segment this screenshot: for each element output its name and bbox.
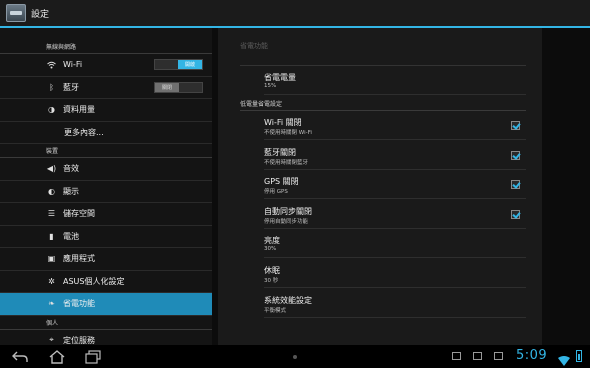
pref-title: 亮度 <box>264 236 280 245</box>
pref-brightness[interactable]: 亮度 30% <box>264 230 526 258</box>
bluetooth-icon: ᛒ <box>49 82 54 92</box>
pref-summary: 15% <box>264 83 277 89</box>
header-item-wifi[interactable]: Wi-Fi 開啟 <box>0 54 212 77</box>
toggle-state: 開啟 <box>178 60 202 70</box>
sound-icon: ◀) <box>46 164 57 174</box>
display-icon: ◐ <box>48 186 55 196</box>
power-saving-panel: 省電功能 省電電量 15% 低電量省電設定 Wi-Fi 關閉 不使用時關閉 Wi… <box>218 28 542 345</box>
header-item-label: 省電功能 <box>63 299 95 309</box>
back-icon[interactable] <box>12 349 28 363</box>
pref-wifi-off[interactable]: Wi-Fi 關閉 不使用時關閉 Wi-Fi <box>264 112 526 140</box>
panel-title: 省電功能 <box>240 42 268 50</box>
settings-headers-list[interactable]: 無線與網路 Wi-Fi 開啟 ᛒ 藍牙 關閉 ◑ 資料用量 更多內容... 裝置… <box>0 28 212 345</box>
pref-system-performance[interactable]: 系統效能設定 平衡模式 <box>264 290 526 318</box>
bluetooth-off-checkbox[interactable] <box>511 151 520 160</box>
header-item-label: 定位服務 <box>63 335 95 345</box>
pref-summary: 不使用時關閉藍牙 <box>264 160 309 166</box>
pref-title: 自動同步關閉 <box>264 207 312 216</box>
pref-bluetooth-off[interactable]: 藍牙關閉 不使用時關閉藍牙 <box>264 142 526 170</box>
location-icon: ⌖ <box>49 335 54 345</box>
header-item-label: ASUS個人化設定 <box>63 276 125 286</box>
bluetooth-toggle[interactable]: 關閉 <box>154 81 203 93</box>
header-item-power-saving[interactable]: ❧ 省電功能 <box>0 293 212 316</box>
pref-summary: 不使用時關閉 Wi-Fi <box>264 130 312 136</box>
toggle-state: 關閉 <box>155 82 179 92</box>
section-wireless: 無線與網路 <box>0 40 212 54</box>
pref-title: 省電電量 <box>264 73 296 82</box>
battery-status-icon[interactable] <box>576 350 582 362</box>
recent-apps-icon[interactable] <box>85 349 101 364</box>
header-item-label: 顯示 <box>63 186 79 196</box>
pref-power-saving-level[interactable]: 省電電量 15% <box>264 67 526 95</box>
header-item-label: 藍牙 <box>63 82 79 92</box>
wifi-signal-icon[interactable] <box>558 351 570 366</box>
header-item-asus-settings[interactable]: ✲ ASUS個人化設定 <box>0 271 212 293</box>
header-item-more[interactable]: 更多內容... <box>0 122 212 144</box>
pref-gps-off[interactable]: GPS 關閉 停用 GPS <box>264 171 526 199</box>
header-item-data-usage[interactable]: ◑ 資料用量 <box>0 99 212 122</box>
header-item-label: 更多內容... <box>64 127 104 137</box>
action-bar: 設定 <box>0 0 590 26</box>
pref-summary: 停用 GPS <box>264 189 288 195</box>
category-low-battery: 低電量省電設定 <box>240 99 526 111</box>
section-personal: 個人 <box>0 316 212 330</box>
header-item-bluetooth[interactable]: ᛒ 藍牙 關閉 <box>0 77 212 99</box>
header-item-label: 資料用量 <box>63 105 95 115</box>
video-notification-icon[interactable] <box>494 352 503 360</box>
pref-summary: 30 秒 <box>264 278 279 284</box>
header-item-label: 電池 <box>63 231 79 241</box>
pref-summary: 30% <box>264 246 277 252</box>
gps-off-checkbox[interactable] <box>511 180 520 189</box>
media-notification-icon[interactable] <box>473 352 482 360</box>
home-icon[interactable] <box>49 349 65 364</box>
battery-icon: ▮ <box>49 231 54 241</box>
wifi-off-checkbox[interactable] <box>511 121 520 130</box>
pref-title: 系統效能設定 <box>264 296 312 305</box>
header-item-display[interactable]: ◐ 顯示 <box>0 181 212 203</box>
pref-summary: 停用自動同步功能 <box>264 219 309 225</box>
pref-title: 藍牙關閉 <box>264 148 296 157</box>
pref-title: Wi-Fi 關閉 <box>264 118 302 127</box>
header-item-location[interactable]: ⌖ 定位服務 <box>0 330 212 346</box>
header-item-label: 應用程式 <box>63 254 95 264</box>
header-item-storage[interactable]: ☰ 儲存空間 <box>0 203 212 226</box>
clock[interactable]: 5:09 <box>516 348 547 363</box>
header-item-battery[interactable]: ▮ 電池 <box>0 226 212 248</box>
system-bar: 5:09 <box>0 345 590 368</box>
section-device: 裝置 <box>0 144 212 158</box>
menu-dot-icon[interactable] <box>293 355 297 359</box>
apps-icon: ▣ <box>47 254 56 264</box>
asus-settings-icon: ✲ <box>48 276 55 286</box>
header-item-apps[interactable]: ▣ 應用程式 <box>0 248 212 271</box>
auto-sync-off-checkbox[interactable] <box>511 210 520 219</box>
gallery-notification-icon[interactable] <box>452 352 461 360</box>
pref-summary: 平衡模式 <box>264 308 287 314</box>
pref-title: 休眠 <box>264 266 280 275</box>
header-item-sound[interactable]: ◀) 音效 <box>0 158 212 181</box>
storage-icon: ☰ <box>47 209 56 219</box>
divider <box>240 65 526 66</box>
pref-auto-sync-off[interactable]: 自動同步關閉 停用自動同步功能 <box>264 201 526 229</box>
data-usage-icon: ◑ <box>48 105 55 115</box>
header-item-label: 儲存空間 <box>63 209 95 219</box>
header-item-label: Wi-Fi <box>63 60 83 70</box>
pref-title: GPS 關閉 <box>264 177 299 186</box>
settings-app-icon[interactable] <box>6 4 26 22</box>
pref-sleep[interactable]: 休眠 30 秒 <box>264 260 526 288</box>
power-saving-icon: ❧ <box>48 299 55 309</box>
app-title: 設定 <box>31 9 50 20</box>
header-item-label: 音效 <box>63 164 79 174</box>
wifi-toggle[interactable]: 開啟 <box>154 59 203 71</box>
wifi-icon <box>47 60 56 69</box>
